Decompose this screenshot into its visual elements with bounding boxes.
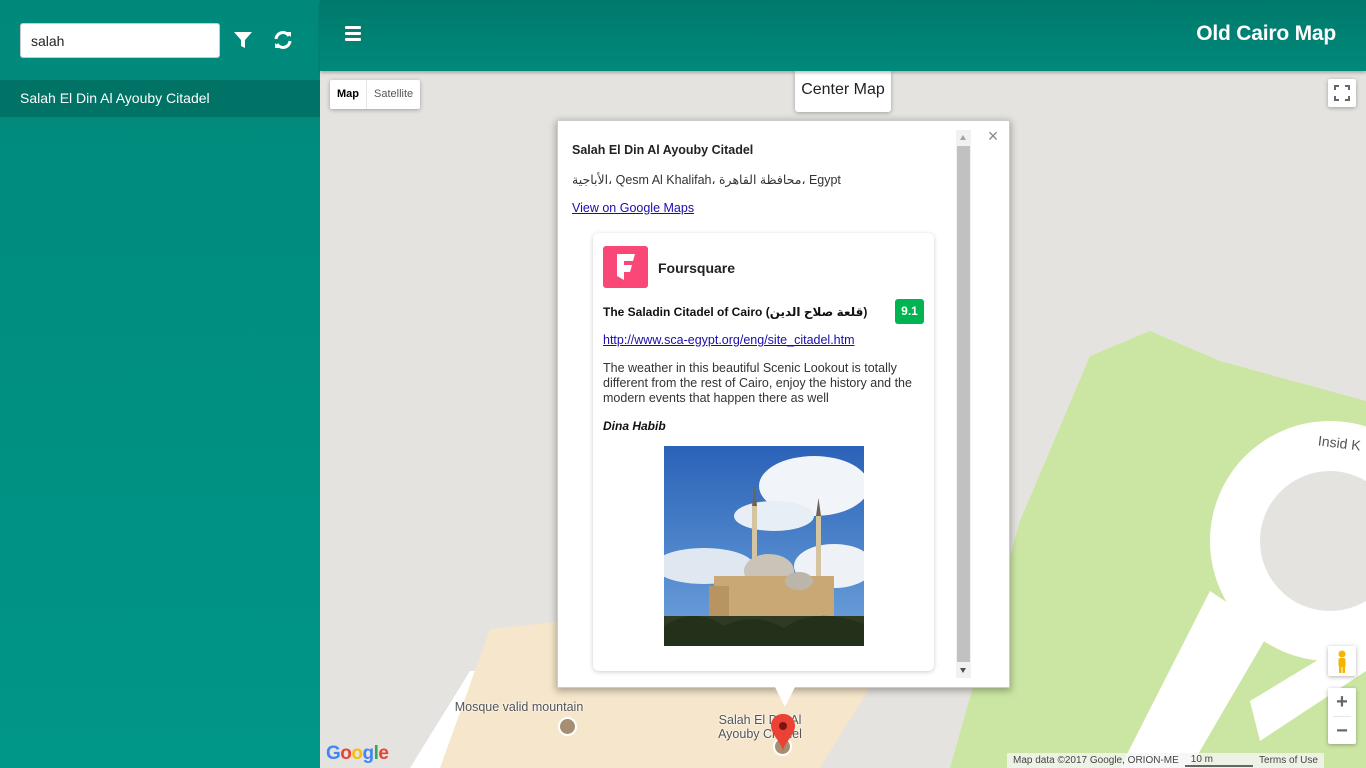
venue-photo	[664, 446, 864, 646]
place-list: Salah El Din Al Ayouby Citadel	[0, 80, 320, 117]
map-type-map-button[interactable]: Map	[330, 80, 366, 109]
info-window-address: الأباجية، Qesm Al Khalifah، محافظة القاه…	[572, 173, 841, 187]
venue-score-badge: 9.1	[895, 299, 924, 324]
foursquare-brand: Foursquare	[658, 260, 736, 276]
venue-url-link[interactable]: http://www.sca-egypt.org/eng/site_citade…	[603, 333, 855, 347]
map-data-credit: Map data ©2017 Google, ORION-ME	[1013, 755, 1179, 766]
zoom-control: + −	[1328, 688, 1356, 744]
info-window-tail	[775, 687, 795, 707]
place-list-item[interactable]: Salah El Din Al Ayouby Citadel	[0, 80, 320, 117]
street-view-button[interactable]	[1328, 646, 1356, 676]
menu-button[interactable]	[345, 26, 361, 42]
venue-name: The Saladin Citadel of Cairo (قلعة صلاح …	[603, 305, 868, 319]
fullscreen-button[interactable]	[1328, 79, 1356, 107]
sidebar: Salah El Din Al Ayouby Citadel	[0, 0, 320, 768]
map-attribution: Map data ©2017 Google, ORION-ME 10 m Ter…	[1007, 753, 1324, 768]
terms-link[interactable]: Terms of Use	[1253, 755, 1324, 766]
map-type-satellite-button[interactable]: Satellite	[367, 80, 420, 109]
info-window: × Salah El Din Al Ayouby Citadel الأباجي…	[557, 120, 1010, 707]
map-scale[interactable]: 10 m	[1184, 754, 1254, 767]
pegman-icon	[1338, 650, 1346, 673]
map-type-control: Map Satellite	[330, 80, 421, 109]
foursquare-card: Foursquare The Saladin Citadel of Cairo …	[593, 233, 934, 671]
map-label-mosque: Mosque valid mountain	[454, 700, 584, 714]
info-window-content: Salah El Din Al Ayouby Citadel الأباجية،…	[572, 143, 952, 671]
info-window-scrollbar[interactable]	[956, 130, 971, 678]
info-window-title: Salah El Din Al Ayouby Citadel	[572, 143, 754, 157]
map-label-citadel-line1: Salah El Din Al	[718, 713, 802, 727]
map-label-citadel: Salah El Din Al Ayouby Citadel	[705, 713, 815, 741]
zoom-in-button[interactable]: +	[1328, 688, 1356, 716]
hamburger-icon	[345, 26, 361, 41]
foursquare-logo-icon	[603, 246, 648, 288]
venue-tip: The weather in this beautiful Scenic Loo…	[603, 361, 912, 405]
mosque-marker-icon	[558, 717, 577, 736]
close-icon[interactable]: ×	[986, 127, 1000, 145]
refresh-icon	[274, 31, 292, 49]
map-pin-icon[interactable]	[771, 714, 795, 752]
view-on-google-maps-link[interactable]: View on Google Maps	[572, 201, 952, 215]
map-label-citadel-line2: Ayouby Citadel	[718, 727, 802, 741]
search-input[interactable]	[20, 23, 220, 58]
center-map-button[interactable]: Center Map	[795, 71, 891, 112]
app-title: Old Cairo Map	[1196, 22, 1336, 45]
fullscreen-icon	[1334, 85, 1350, 101]
zoom-out-button[interactable]: −	[1328, 717, 1356, 745]
header: Old Cairo Map	[320, 0, 1366, 71]
refresh-button[interactable]	[272, 29, 294, 51]
filter-icon	[234, 32, 252, 48]
scrollbar-thumb[interactable]	[957, 146, 970, 662]
search-row	[20, 23, 310, 58]
scroll-up-icon[interactable]	[960, 135, 966, 140]
filter-button[interactable]	[232, 29, 254, 51]
scroll-down-icon[interactable]	[960, 668, 966, 673]
map[interactable]: Map Satellite Center Map Mosque valid mo…	[320, 71, 1366, 768]
google-logo: Google	[326, 743, 389, 764]
tip-author: Dina Habib	[603, 419, 666, 433]
